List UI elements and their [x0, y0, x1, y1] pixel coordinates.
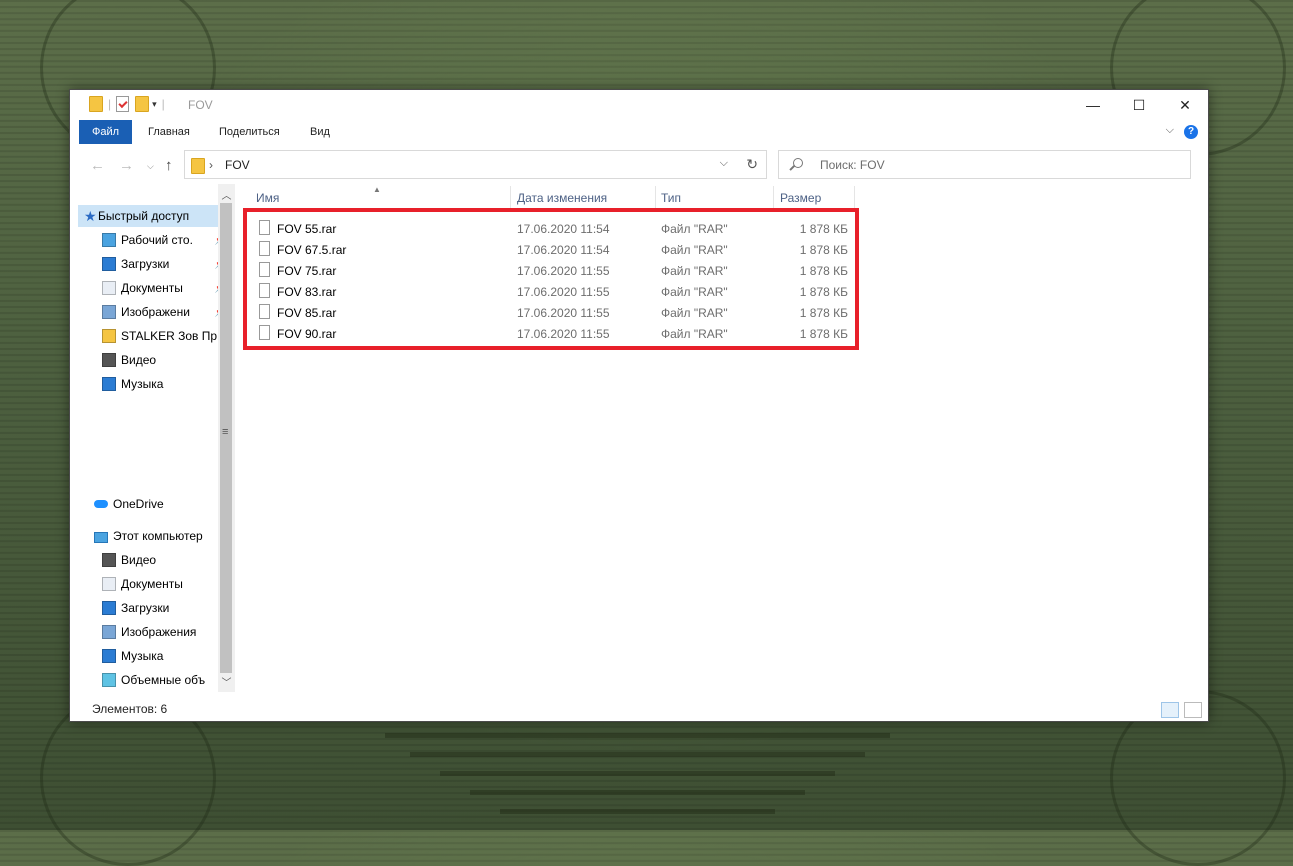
3d-objects-icon: [102, 673, 116, 687]
computer-icon: [94, 532, 108, 543]
sidebar-item-label: OneDrive: [113, 497, 164, 511]
sidebar-item[interactable]: Загрузки📌: [78, 253, 228, 275]
sidebar-item[interactable]: Видео: [78, 349, 228, 371]
sidebar-item[interactable]: Загрузки: [78, 597, 228, 619]
refresh-icon[interactable]: ↻: [746, 156, 758, 173]
pictures-icon: [102, 625, 116, 639]
search-input[interactable]: Поиск: FOV: [778, 150, 1191, 179]
tab-file[interactable]: Файл: [79, 120, 133, 144]
sidebar-item[interactable]: Музыка: [78, 645, 228, 667]
sidebar-item[interactable]: Музыка: [78, 373, 228, 395]
star-icon: ★: [84, 208, 97, 224]
large-icons-view-button[interactable]: [1184, 702, 1202, 718]
scrollbar-grip-icon: ≡: [222, 426, 229, 438]
address-dropdown-icon[interactable]: ⌵: [720, 157, 728, 170]
properties-icon[interactable]: [116, 96, 130, 112]
navigation-pane: ★ Быстрый доступ Рабочий сто.📌Загрузки📌Д…: [78, 197, 235, 692]
expand-ribbon-icon[interactable]: ⌵: [1166, 124, 1174, 137]
cloud-icon: [94, 500, 108, 508]
sidebar-item-onedrive[interactable]: OneDrive: [78, 493, 228, 515]
sidebar-item-label: Рабочий сто.: [121, 233, 193, 247]
documents-icon: [102, 281, 116, 295]
window-title: FOV: [188, 98, 213, 112]
sidebar-item-quick-access[interactable]: ★ Быстрый доступ: [78, 205, 228, 227]
sidebar-item-label: STALKER Зов Пр: [121, 329, 218, 343]
video-icon: [102, 553, 116, 567]
explorer-window: | ▾ | FOV — ☐ ✕ Файл Главная Поделиться …: [69, 89, 1209, 722]
sidebar-item-label: Музыка: [121, 649, 164, 663]
sidebar-item-label: Загрузки: [121, 257, 170, 271]
items-count: Элементов: 6: [92, 702, 168, 716]
status-bar: Элементов: 6: [70, 699, 1208, 721]
sidebar-item-label: Видео: [121, 553, 157, 567]
pictures-icon: [102, 305, 116, 319]
column-header-name[interactable]: Имя: [250, 186, 511, 210]
close-button[interactable]: ✕: [1162, 90, 1208, 120]
scrollbar-thumb[interactable]: [220, 203, 232, 673]
address-bar[interactable]: › FOV ⌵ ↻: [184, 150, 767, 179]
music-icon: [102, 377, 116, 391]
sidebar-item-this-pc[interactable]: Этот компьютер: [78, 525, 228, 547]
sidebar-item-label: Объемные объ: [121, 673, 206, 687]
help-icon[interactable]: ?: [1184, 125, 1198, 139]
tab-share[interactable]: Поделиться: [206, 120, 293, 144]
up-arrow-icon[interactable]: ↑: [165, 157, 173, 174]
column-header-date[interactable]: Дата изменения: [511, 186, 656, 210]
title-bar: | ▾ | FOV — ☐ ✕: [70, 90, 1208, 120]
video-icon: [102, 353, 116, 367]
sidebar-item-label: Музыка: [121, 377, 164, 391]
column-header-size[interactable]: Размер: [774, 186, 855, 210]
sidebar-item[interactable]: Рабочий сто.📌: [78, 229, 228, 251]
sidebar-item[interactable]: Документы📌: [78, 277, 228, 299]
sidebar-item-label: Этот компьютер: [113, 529, 203, 543]
scroll-down-icon[interactable]: ﹀: [218, 674, 235, 689]
quick-access-toolbar: | ▾ |: [89, 96, 170, 112]
recent-locations-icon[interactable]: ⌵: [147, 161, 154, 172]
column-header-type[interactable]: Тип: [655, 186, 774, 210]
folder-icon: [191, 158, 205, 174]
navigation-bar: ← → ⌵ ↑ › FOV ⌵ ↻ Поиск: FOV: [70, 147, 1208, 183]
breadcrumb[interactable]: FOV: [225, 158, 250, 172]
sidebar-item[interactable]: Документы: [78, 573, 228, 595]
minimize-button[interactable]: —: [1070, 90, 1116, 120]
sidebar-item-label: Загрузки: [121, 601, 170, 615]
download-icon: [102, 257, 116, 271]
sidebar-item-label: Документы: [121, 281, 183, 295]
download-icon: [102, 601, 116, 615]
desktop-icon: [102, 233, 116, 247]
details-view-button[interactable]: [1161, 702, 1179, 718]
sidebar-item[interactable]: Изображения: [78, 621, 228, 643]
customize-toolbar-icon[interactable]: ▾: [152, 99, 157, 110]
tab-view[interactable]: Вид: [297, 120, 343, 144]
new-folder-icon[interactable]: [135, 96, 150, 112]
sidebar-item-label: Быстрый доступ: [98, 209, 190, 223]
tab-home[interactable]: Главная: [135, 120, 203, 144]
sidebar-item[interactable]: Видео: [78, 549, 228, 571]
sidebar-item[interactable]: Объемные объ: [78, 669, 228, 691]
sidebar-item-label: Видео: [121, 353, 157, 367]
breadcrumb-separator: ›: [209, 158, 213, 172]
folder-icon: [89, 96, 103, 112]
annotation-highlight-box: [243, 208, 859, 350]
search-placeholder: Поиск: FOV: [820, 158, 885, 172]
sidebar-item-label: Изображени: [121, 305, 190, 319]
forward-arrow-icon[interactable]: →: [119, 157, 134, 174]
music-icon: [102, 649, 116, 663]
back-arrow-icon[interactable]: ←: [90, 157, 105, 174]
ribbon-tabs: Файл Главная Поделиться Вид ⌵ ?: [70, 120, 1208, 144]
sidebar-item-label: Изображения: [121, 625, 197, 639]
maximize-button[interactable]: ☐: [1116, 90, 1162, 120]
search-icon: [793, 158, 803, 168]
folder-icon: [102, 329, 116, 343]
sidebar-item[interactable]: Изображени📌: [78, 301, 228, 323]
nav-pane-scrollbar[interactable]: ︿ ≡ ﹀: [218, 184, 235, 692]
documents-icon: [102, 577, 116, 591]
sidebar-item[interactable]: STALKER Зов Пр: [78, 325, 228, 347]
sidebar-item-label: Документы: [121, 577, 183, 591]
scroll-up-icon[interactable]: ︿: [218, 187, 235, 202]
